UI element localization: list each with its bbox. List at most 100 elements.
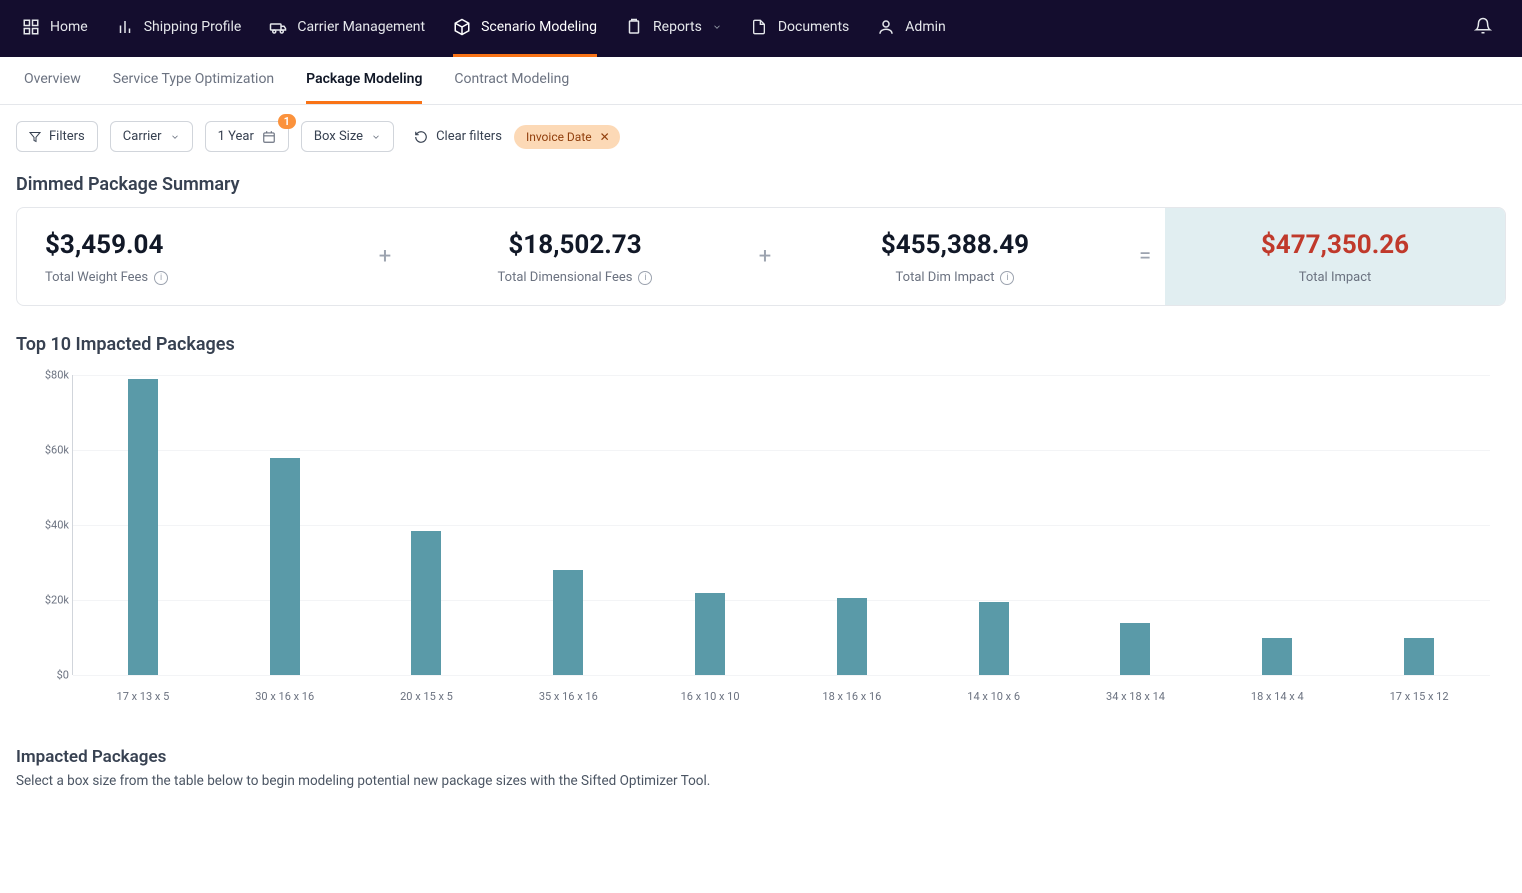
boxsize-label: Box Size <box>314 129 363 144</box>
chart-title: Top 10 Impacted Packages <box>0 330 1522 367</box>
filters-label: Filters <box>49 129 85 144</box>
notifications-button[interactable] <box>1474 17 1492 40</box>
info-icon[interactable]: i <box>154 271 168 285</box>
bar[interactable] <box>1404 638 1434 676</box>
period-label: 1 Year <box>218 129 254 144</box>
nav-label: Carrier Management <box>297 19 425 35</box>
summary-weight-fees: $3,459.04 Total Weight Fees i <box>17 208 365 305</box>
bar-chart: $0$20k$40k$60k$80k 17 x 13 x 530 x 16 x … <box>72 375 1490 715</box>
bar-slot: 35 x 16 x 16 <box>497 375 639 675</box>
bar-slot: 34 x 18 x 14 <box>1065 375 1207 675</box>
summary-label: Total Weight Fees <box>45 270 148 285</box>
nav-carrier-management[interactable]: Carrier Management <box>269 0 425 57</box>
x-axis-tick: 34 x 18 x 14 <box>1065 690 1207 703</box>
tab-service-type-optimization[interactable]: Service Type Optimization <box>113 57 274 104</box>
bar-slot: 30 x 16 x 16 <box>214 375 356 675</box>
tab-package-modeling[interactable]: Package Modeling <box>306 57 422 104</box>
plus-operator: + <box>365 208 405 305</box>
info-icon[interactable]: i <box>1000 271 1014 285</box>
bar[interactable] <box>270 458 300 676</box>
nav-label: Scenario Modeling <box>481 19 597 35</box>
carrier-label: Carrier <box>123 129 162 144</box>
nav-label: Admin <box>905 19 945 35</box>
x-axis-tick: 17 x 15 x 12 <box>1348 690 1490 703</box>
x-axis-tick: 35 x 16 x 16 <box>497 690 639 703</box>
user-icon <box>877 18 895 36</box>
equals-operator: = <box>1125 208 1165 305</box>
chart-bar-icon <box>116 18 134 36</box>
chart-container: $0$20k$40k$60k$80k 17 x 13 x 530 x 16 x … <box>0 367 1522 725</box>
close-icon[interactable]: ✕ <box>600 130 610 144</box>
bar[interactable] <box>553 570 583 675</box>
y-axis-tick: $80k <box>29 369 69 382</box>
filters-button[interactable]: Filters <box>16 121 98 152</box>
chevron-down-icon <box>170 132 180 142</box>
refresh-icon <box>414 130 428 144</box>
plus-operator: + <box>745 208 785 305</box>
top-nav: Home Shipping Profile Carrier Management… <box>0 0 1522 57</box>
nav-scenario-modeling[interactable]: Scenario Modeling <box>453 0 597 57</box>
bar[interactable] <box>979 602 1009 675</box>
y-axis-tick: $60k <box>29 444 69 457</box>
summary-total-impact: $477,350.26 Total Impact <box>1165 208 1505 305</box>
x-axis-tick: 20 x 15 x 5 <box>356 690 498 703</box>
chevron-down-icon <box>371 132 381 142</box>
bar[interactable] <box>695 593 725 676</box>
nav-home[interactable]: Home <box>22 0 88 57</box>
summary-label: Total Dimensional Fees <box>498 270 633 285</box>
y-axis-tick: $0 <box>29 669 69 682</box>
bar-slot: 14 x 10 x 6 <box>923 375 1065 675</box>
document-icon <box>750 18 768 36</box>
boxsize-dropdown[interactable]: Box Size <box>301 121 394 152</box>
clear-filters-button[interactable]: Clear filters <box>414 129 502 144</box>
x-axis-tick: 30 x 16 x 16 <box>214 690 356 703</box>
nav-admin[interactable]: Admin <box>877 0 945 57</box>
summary-label: Total Dim Impact <box>896 270 995 285</box>
filter-chip-invoice-date[interactable]: Invoice Date ✕ <box>514 125 620 149</box>
period-dropdown[interactable]: 1 Year 1 <box>205 121 289 152</box>
summary-value: $3,459.04 <box>45 230 345 260</box>
sub-tabs: Overview Service Type Optimization Packa… <box>0 57 1522 105</box>
summary-dim-impact: $455,388.49 Total Dim Impact i <box>785 208 1125 305</box>
x-axis-tick: 18 x 16 x 16 <box>781 690 923 703</box>
bar[interactable] <box>1120 623 1150 676</box>
bar-slot: 18 x 14 x 4 <box>1206 375 1348 675</box>
x-axis-tick: 17 x 13 x 5 <box>72 690 214 703</box>
nav-shipping-profile[interactable]: Shipping Profile <box>116 0 242 57</box>
nav-label: Shipping Profile <box>144 19 242 35</box>
summary-dimensional-fees: $18,502.73 Total Dimensional Fees i <box>405 208 745 305</box>
nav-documents[interactable]: Documents <box>750 0 849 57</box>
nav-reports[interactable]: Reports <box>625 0 722 57</box>
bar-slot: 17 x 15 x 12 <box>1348 375 1490 675</box>
gridline <box>73 675 1490 676</box>
summary-title: Dimmed Package Summary <box>0 170 1522 207</box>
nav-label: Documents <box>778 19 849 35</box>
nav-label: Reports <box>653 19 702 35</box>
filter-icon <box>29 131 41 143</box>
clear-filters-label: Clear filters <box>436 129 502 144</box>
summary-label: Total Impact <box>1299 270 1372 285</box>
x-axis-tick: 14 x 10 x 6 <box>923 690 1065 703</box>
bar[interactable] <box>1262 638 1292 676</box>
summary-card: $3,459.04 Total Weight Fees i + $18,502.… <box>16 207 1506 306</box>
summary-value: $18,502.73 <box>425 230 725 260</box>
period-badge: 1 <box>278 114 296 129</box>
chevron-down-icon <box>712 22 722 32</box>
summary-value: $477,350.26 <box>1185 230 1485 260</box>
bar[interactable] <box>411 531 441 675</box>
bar[interactable] <box>837 598 867 675</box>
truck-icon <box>269 18 287 36</box>
x-axis-tick: 16 x 10 x 10 <box>639 690 781 703</box>
summary-value: $455,388.49 <box>805 230 1105 260</box>
y-axis-tick: $40k <box>29 519 69 532</box>
filter-bar: Filters Carrier 1 Year 1 Box Size Clear … <box>0 105 1522 170</box>
y-axis-tick: $20k <box>29 594 69 607</box>
nav-label: Home <box>50 19 88 35</box>
bar[interactable] <box>128 379 158 675</box>
bell-icon <box>1474 17 1492 35</box>
info-icon[interactable]: i <box>638 271 652 285</box>
tab-contract-modeling[interactable]: Contract Modeling <box>454 57 569 104</box>
tab-overview[interactable]: Overview <box>24 57 81 104</box>
cube-icon <box>453 18 471 36</box>
carrier-dropdown[interactable]: Carrier <box>110 121 193 152</box>
